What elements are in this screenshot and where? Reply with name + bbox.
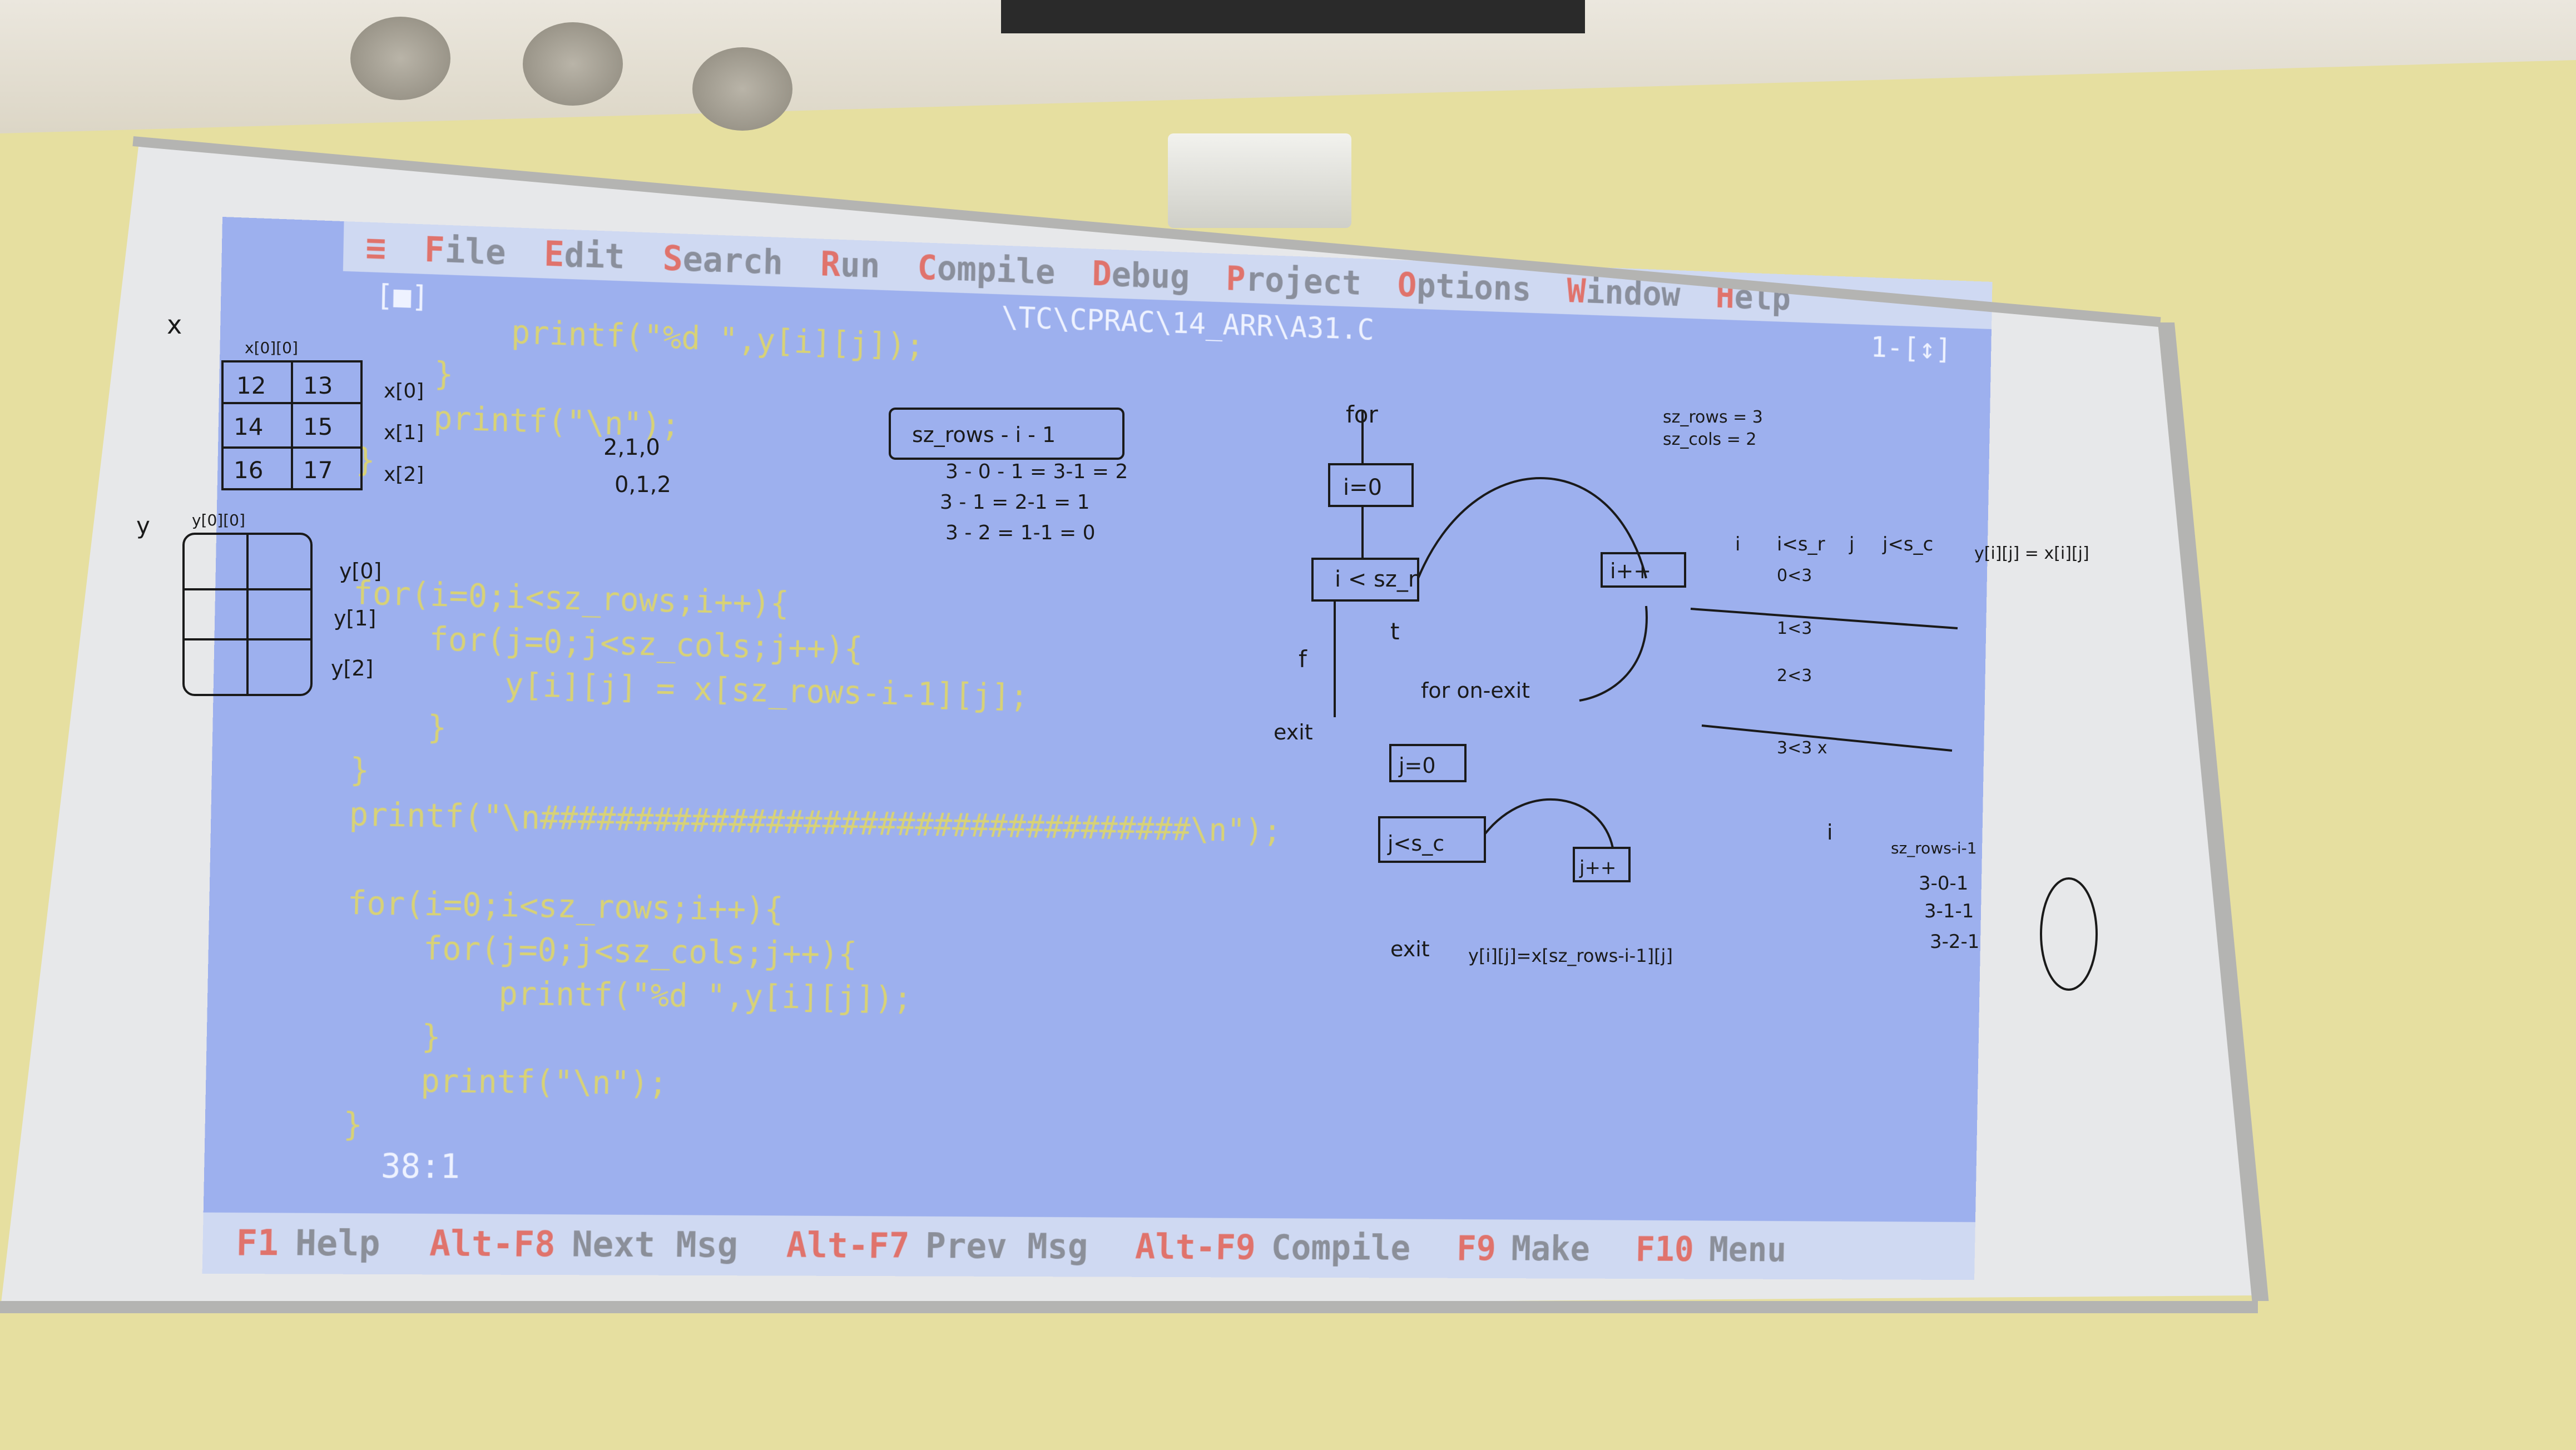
flow-j-inc: j++ (1579, 857, 1616, 879)
flow-true: t (1390, 618, 1399, 645)
flow-i0: i=0 (1343, 475, 1382, 500)
note-y: y (136, 512, 150, 539)
flow-i-cond: i < sz_r (1335, 567, 1418, 592)
cell-16: 16 (234, 456, 263, 484)
note-210: 2,1,0 (603, 435, 660, 460)
cell-15: 15 (303, 413, 333, 440)
trace-row-0: 0<3 (1777, 566, 1812, 585)
note-y0: y[0] (339, 559, 382, 583)
note-calc-a: 3-0-1 (1919, 872, 1968, 895)
flow-j0: j=0 (1398, 753, 1436, 778)
handwritten-notes: x x[0][0] 12 13 14 15 16 17 x[0] x[1] x[… (0, 0, 2576, 1450)
note-x1: x[1] (384, 421, 424, 444)
trace-row-3: 3<3 x (1777, 738, 1827, 758)
flow-i-inc: i++ (1610, 559, 1651, 583)
flow-exit-inner: exit (1390, 937, 1430, 961)
cell-13: 13 (303, 372, 333, 399)
note-y00: y[0][0] (192, 511, 245, 529)
note-calc-1: 3 - 1 = 2-1 = 1 (940, 491, 1090, 514)
note-x0: x[0] (384, 380, 424, 403)
note-y2: y[2] (331, 656, 373, 681)
note-sz-rows: sz_rows = 3 (1663, 408, 1763, 427)
cell-14: 14 (234, 413, 263, 440)
trace-row-1: 1<3 (1777, 619, 1812, 638)
note-calc-c: 3-2-1 (1930, 931, 1979, 953)
flow-j-cond: j<s_c (1387, 831, 1444, 856)
note-x: x (167, 310, 182, 340)
note-x2: x[2] (384, 463, 424, 486)
note-calc-2: 3 - 2 = 1-1 = 0 (945, 522, 1096, 544)
flow-false: f (1299, 645, 1307, 673)
flow-for: for (1346, 401, 1378, 428)
note-sz-cols: sz_cols = 2 (1663, 430, 1757, 449)
flow-on-exit: for on-exit (1421, 678, 1530, 703)
note-calc-b: 3-1-1 (1924, 900, 1974, 922)
note-sz-rows-formula: sz_rows - i - 1 (912, 423, 1056, 447)
trace-cond-header: i<s_r (1777, 533, 1825, 555)
trace-i-header: i (1735, 533, 1740, 555)
note-y1: y[1] (334, 606, 376, 630)
cell-12: 12 (236, 372, 266, 399)
note-assign-trace: y[i][j] = x[i][j] (1974, 544, 2089, 563)
note-x00: x[0][0] (245, 339, 298, 357)
flow-exit: exit (1274, 720, 1313, 744)
cell-17: 17 (303, 456, 333, 484)
flow-assign: y[i][j]=x[sz_rows-i-1][j] (1468, 945, 1673, 966)
note-calc-0: 3 - 0 - 1 = 3-1 = 2 (945, 460, 1128, 483)
note-sz-formula: sz_rows-i-1 (1891, 839, 1977, 857)
trace-j-header: j (1849, 533, 1854, 555)
board-frame-bottom (0, 1301, 2258, 1313)
trace-jcond-header: j<s_c (1882, 533, 1933, 555)
trace-row-2: 2<3 (1777, 666, 1812, 686)
note-012: 0,1,2 (615, 472, 671, 498)
note-i-col: i (1827, 820, 1833, 845)
